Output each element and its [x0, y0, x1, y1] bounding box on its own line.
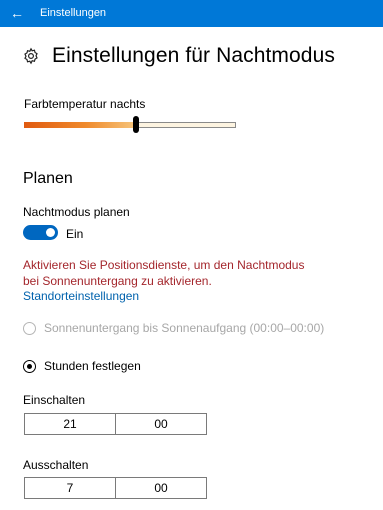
radio-set-hours-circle[interactable] [23, 359, 36, 373]
gear-icon [24, 47, 38, 65]
turn-off-minute[interactable]: 00 [115, 478, 206, 498]
location-warning: Aktivieren Sie Positionsdienste, um den … [23, 258, 305, 288]
turn-on-minute[interactable]: 00 [115, 414, 206, 434]
slider-thumb[interactable] [133, 116, 140, 133]
turn-on-hour[interactable]: 21 [25, 414, 115, 434]
location-settings-link[interactable]: Standorteinstellungen [23, 289, 139, 303]
schedule-toggle-label: Nachtmodus planen [23, 205, 130, 219]
schedule-toggle[interactable] [23, 225, 58, 240]
slider-fill [24, 122, 137, 128]
back-button[interactable]: ← [6, 3, 28, 23]
turn-off-hour[interactable]: 7 [25, 478, 115, 498]
window-title: Einstellungen [40, 7, 107, 19]
page-title: Einstellungen für Nachtmodus [52, 44, 335, 67]
toggle-state-label: Ein [66, 227, 84, 241]
radio-set-hours[interactable]: Stunden festlegen [23, 359, 141, 373]
back-arrow-icon: ← [10, 5, 24, 21]
radio-set-hours-label: Stunden festlegen [44, 359, 141, 373]
title-bar: ← Einstellungen [0, 0, 383, 27]
turn-off-time-picker[interactable]: 7 00 [24, 477, 207, 499]
turn-off-label: Ausschalten [23, 458, 89, 472]
radio-sunset-circle[interactable] [23, 321, 36, 335]
color-temperature-slider[interactable] [24, 116, 236, 133]
radio-sunset-label: Sonnenuntergang bis Sonnenaufgang (00:00… [44, 321, 325, 335]
radio-sunset[interactable]: Sonnenuntergang bis Sonnenaufgang (00:00… [23, 321, 324, 335]
turn-on-label: Einschalten [23, 393, 86, 407]
turn-on-time-picker[interactable]: 21 00 [24, 413, 207, 435]
page-header: Einstellungen für Nachtmodus [22, 42, 335, 70]
color-temperature-label: Farbtemperatur nachts [24, 97, 146, 111]
toggle-knob [46, 228, 55, 237]
schedule-heading: Planen [23, 170, 73, 187]
